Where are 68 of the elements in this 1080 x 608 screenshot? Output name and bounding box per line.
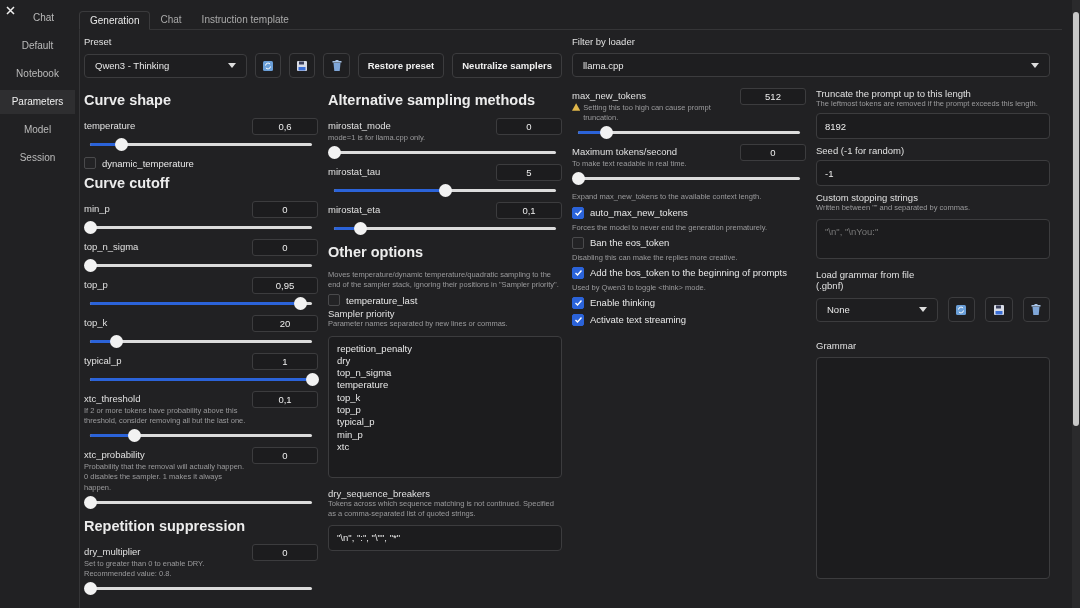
number-field[interactable]: 0,1 bbox=[496, 202, 562, 220]
slider-label: top_n_sigma bbox=[84, 241, 139, 252]
input-field[interactable]: -1 bbox=[816, 160, 1050, 187]
tab[interactable]: Instruction template bbox=[191, 10, 299, 29]
slider-label: temperature bbox=[84, 120, 136, 131]
field-label: Load grammar from file (.gbnf) bbox=[816, 269, 916, 292]
number-field[interactable]: 0,6 bbox=[252, 118, 318, 135]
checkbox[interactable]: Enable thinking bbox=[572, 295, 806, 310]
slider-label: top_k bbox=[84, 317, 108, 328]
field-label: dry_sequence_breakers bbox=[328, 488, 431, 500]
grammar-dropdown[interactable]: None bbox=[816, 297, 938, 322]
slider-label: typical_p bbox=[84, 355, 122, 366]
number-field[interactable]: 20 bbox=[252, 315, 318, 332]
slider-label: min_p bbox=[84, 203, 110, 214]
slider-label: dry_multiplier bbox=[84, 545, 142, 557]
slider-label: max_new_tokens bbox=[572, 90, 647, 101]
slider-label: mirostat_eta bbox=[328, 204, 381, 216]
number-field[interactable]: 5 bbox=[496, 164, 562, 182]
slider-label: Maximum tokens/second bbox=[572, 146, 679, 158]
number-field[interactable]: 0 bbox=[740, 144, 806, 162]
text-area[interactable]: "\n", ":", "\"", "*" bbox=[328, 525, 562, 552]
slider-label: xtc_probability bbox=[84, 449, 146, 461]
tab[interactable]: Generation bbox=[79, 11, 151, 30]
tab[interactable]: Chat bbox=[150, 10, 192, 29]
text-area[interactable]: "\n", "\nYou:" bbox=[816, 219, 1050, 260]
action-button[interactable]: Restore preset bbox=[357, 53, 445, 78]
slider-label: mirostat_mode bbox=[328, 120, 392, 131]
sidebar-item[interactable]: Notebook bbox=[0, 62, 75, 86]
section-heading: Curve cutoff bbox=[84, 175, 171, 191]
field-label: Truncate the prompt up to this length bbox=[816, 88, 972, 99]
number-field[interactable]: 0 bbox=[496, 118, 562, 135]
field-label: Seed (-1 for random) bbox=[816, 145, 906, 157]
slider-label: mirostat_tau bbox=[328, 166, 381, 178]
section-heading: Alternative sampling methods bbox=[328, 92, 537, 108]
action-button[interactable]: Neutralize samplers bbox=[452, 53, 562, 78]
checkbox[interactable]: temperature_last bbox=[328, 293, 562, 308]
field-label: Filter by loader bbox=[572, 36, 635, 47]
slider-label: top_p bbox=[84, 279, 108, 290]
preset-dropdown[interactable]: Qwen3 - Thinking bbox=[84, 53, 247, 78]
field-label: Preset bbox=[84, 36, 112, 47]
checkbox[interactable]: auto_max_new_tokens bbox=[572, 205, 806, 220]
number-field[interactable]: 0 bbox=[252, 543, 318, 561]
number-field[interactable]: 0 bbox=[252, 201, 318, 218]
text-area[interactable]: repetition_penalty dry top_n_sigma temperature top_k top_p typical_p min_p xtc bbox=[328, 335, 562, 479]
number-field[interactable]: 0 bbox=[252, 239, 318, 256]
field-label: Custom stopping strings bbox=[816, 192, 919, 204]
sidebar-item[interactable]: Parameters bbox=[0, 90, 75, 114]
number-field[interactable]: 1 bbox=[252, 353, 318, 370]
sidebar-item[interactable]: Model bbox=[0, 118, 75, 142]
section-heading: Curve shape bbox=[84, 92, 173, 108]
sidebar-item[interactable]: Session bbox=[0, 146, 75, 170]
section-heading: Other options bbox=[328, 244, 425, 261]
section-heading: Repetition suppression bbox=[84, 517, 247, 534]
sidebar-item[interactable]: Chat bbox=[0, 6, 75, 30]
input-field[interactable]: 8192 bbox=[816, 113, 1050, 140]
sidebar-item[interactable]: Default bbox=[0, 34, 75, 58]
field-label: Grammar bbox=[816, 340, 858, 352]
checkbox[interactable]: Activate text streaming bbox=[572, 312, 806, 327]
number-field[interactable]: 512 bbox=[740, 88, 806, 105]
number-field[interactable]: 0 bbox=[252, 447, 318, 465]
number-field[interactable]: 0,1 bbox=[252, 391, 318, 408]
checkbox[interactable]: Ban the eos_token bbox=[572, 235, 806, 250]
loader-dropdown[interactable]: llama.cpp bbox=[572, 53, 1050, 77]
slider-label: xtc_threshold bbox=[84, 393, 142, 404]
field-label: Sampler priority bbox=[328, 308, 396, 320]
number-field[interactable]: 0,95 bbox=[252, 277, 318, 294]
checkbox[interactable]: Add the bos_token to the beginning of prompts bbox=[572, 265, 806, 280]
checkbox[interactable]: dynamic_temperature bbox=[84, 156, 318, 170]
